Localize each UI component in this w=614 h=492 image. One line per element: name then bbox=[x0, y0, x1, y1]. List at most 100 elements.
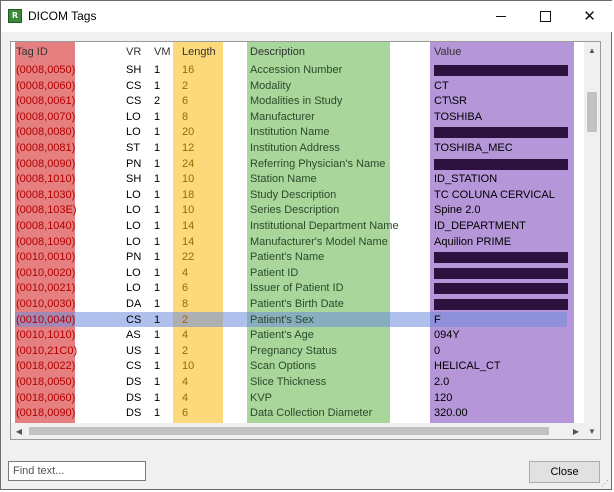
table-row[interactable]: (0010,0010) PN 1 22 Patient's Name bbox=[11, 249, 591, 265]
dicom-tags-window: R DICOM Tags ✕ Tag ID VR VM Length Descr… bbox=[0, 0, 613, 490]
cell-length: 10 bbox=[182, 173, 195, 186]
table-row[interactable]: (0008,0061) CS 2 6 Modalities in Study CT\SR bbox=[11, 93, 591, 109]
cell-vm: 1 bbox=[154, 282, 161, 295]
cell-description: Scan Options bbox=[250, 360, 317, 373]
cell-length: 6 bbox=[182, 95, 189, 108]
cell-description: Institution Address bbox=[250, 142, 340, 154]
table-row[interactable]: (0008,0050) SH 1 16 Accession Number bbox=[11, 62, 591, 78]
close-window-button[interactable]: ✕ bbox=[567, 1, 612, 32]
cell-vm: 1 bbox=[154, 391, 161, 404]
cell-tag-id: (0010,0020) bbox=[16, 266, 76, 279]
table-row[interactable]: (0010,0021) LO 1 6 Issuer of Patient ID bbox=[11, 280, 591, 296]
table-row[interactable]: (0008,1090) LO 1 14 Manufacturer's Model Nam… bbox=[11, 234, 591, 250]
cell-description: Series Description bbox=[250, 204, 340, 217]
cell-value: CT bbox=[434, 79, 449, 92]
table-row[interactable]: (0008,0081) ST 1 12 Institution Address TOSHI… bbox=[11, 140, 591, 156]
table-row[interactable]: (0008,0090) PN 1 24 Referring Physician's Na… bbox=[11, 156, 591, 172]
table-row[interactable]: (0008,1010) SH 1 10 Station Name ID_STATION bbox=[11, 171, 591, 187]
horizontal-scrollbar[interactable]: ◀ ▶ bbox=[11, 423, 584, 439]
cell-vm: 2 bbox=[154, 95, 161, 108]
cell-length: 16 bbox=[182, 64, 195, 76]
cell-length: 18 bbox=[182, 188, 195, 201]
table-row[interactable]: (0008,1030) LO 1 18 Study Description TC COLU… bbox=[11, 187, 591, 203]
scroll-right-icon[interactable]: ▶ bbox=[568, 423, 584, 439]
title-bar[interactable]: R DICOM Tags ✕ bbox=[1, 1, 613, 32]
cell-vr: CS bbox=[126, 79, 142, 92]
table-row[interactable]: (0010,1010) AS 1 4 Patient's Age 094Y bbox=[11, 327, 591, 343]
cell-value: 2.0 bbox=[434, 376, 450, 388]
scroll-down-icon[interactable]: ▼ bbox=[584, 423, 600, 439]
header-vm[interactable]: VM bbox=[154, 46, 171, 58]
cell-vr: LO bbox=[126, 126, 141, 139]
header-length[interactable]: Length bbox=[182, 46, 216, 58]
cell-length: 24 bbox=[182, 157, 195, 170]
table-row[interactable]: (0010,0020) LO 1 4 Patient ID bbox=[11, 265, 591, 281]
header-value[interactable]: Value bbox=[434, 46, 461, 58]
cell-vm: 1 bbox=[154, 251, 161, 264]
table-row[interactable]: (0008,0060) CS 1 2 Modality CT bbox=[11, 78, 591, 94]
cell-vr: DS bbox=[126, 391, 142, 404]
vertical-scrollbar[interactable]: ▲ ▼ bbox=[584, 42, 600, 439]
cell-vr: US bbox=[126, 344, 142, 357]
table-row[interactable]: (0018,0050) DS 1 4 Slice Thickness 2.0 bbox=[11, 374, 591, 390]
cell-description: Patient's Age bbox=[250, 329, 314, 342]
cell-length: 6 bbox=[182, 407, 189, 420]
cell-vm: 1 bbox=[154, 204, 161, 217]
cell-length: 8 bbox=[182, 110, 189, 123]
cell-value: TC COLUNA CERVICAL bbox=[434, 188, 555, 201]
table-row[interactable]: (0008,1040) LO 1 14 Institutional Department… bbox=[11, 218, 591, 234]
cell-vr: SH bbox=[126, 64, 142, 76]
cell-description: Institutional Department Name bbox=[250, 220, 399, 232]
cell-vm: 1 bbox=[154, 407, 161, 420]
cell-value: 120 bbox=[434, 391, 453, 404]
table-row[interactable]: (0008,0070) LO 1 8 Manufacturer TOSHIBA bbox=[11, 109, 591, 125]
redacted-value bbox=[434, 158, 568, 170]
table-row[interactable]: (0010,0030) DA 1 8 Patient's Birth Date bbox=[11, 296, 591, 312]
cell-tag-id: (0010,1010) bbox=[16, 329, 76, 342]
horizontal-scroll-thumb[interactable] bbox=[29, 427, 549, 435]
scroll-left-icon[interactable]: ◀ bbox=[11, 423, 27, 439]
cell-tag-id: (0008,0061) bbox=[16, 95, 76, 108]
table-row[interactable]: (0008,103E) LO 1 10 Series Description Spine … bbox=[11, 202, 591, 218]
redacted-value bbox=[434, 252, 568, 264]
close-button[interactable]: Close bbox=[529, 461, 600, 483]
redacted-value bbox=[434, 283, 568, 295]
cell-vr: LO bbox=[126, 235, 141, 248]
minimize-button[interactable] bbox=[478, 1, 523, 32]
cell-tag-id: (0008,1010) bbox=[16, 173, 76, 186]
table-row[interactable]: (0010,21C0) US 1 2 Pregnancy Status 0 bbox=[11, 343, 591, 359]
redacted-value bbox=[434, 299, 568, 310]
cell-tag-id: (0008,0060) bbox=[16, 79, 76, 92]
scroll-up-icon[interactable]: ▲ bbox=[584, 42, 600, 58]
find-text-input[interactable] bbox=[8, 461, 146, 481]
redacted-value bbox=[434, 65, 568, 76]
table-row[interactable]: (0010,0040) CS 1 2 Patient's Sex F bbox=[11, 311, 591, 328]
maximize-button[interactable] bbox=[523, 1, 568, 32]
close-icon: ✕ bbox=[583, 7, 596, 25]
cell-length: 4 bbox=[182, 266, 189, 279]
table-row[interactable]: (0018,0090) DS 1 6 Data Collection Diameter 3… bbox=[11, 405, 591, 421]
cell-length: 14 bbox=[182, 235, 195, 248]
cell-length: 22 bbox=[182, 251, 195, 264]
vertical-scroll-thumb[interactable] bbox=[587, 92, 597, 132]
table-row[interactable]: (0018,0022) CS 1 10 Scan Options HELICAL_CT bbox=[11, 358, 591, 374]
cell-length: 10 bbox=[182, 204, 195, 217]
cell-description: Patient's Birth Date bbox=[250, 298, 344, 310]
header-description[interactable]: Description bbox=[250, 46, 305, 58]
cell-tag-id: (0008,1040) bbox=[16, 220, 76, 232]
cell-description: Modalities in Study bbox=[250, 95, 343, 108]
cell-tag-id: (0018,0022) bbox=[16, 360, 76, 373]
header-vr[interactable]: VR bbox=[126, 46, 141, 58]
resize-grip-icon[interactable]: ⋰ bbox=[601, 479, 611, 489]
cell-tag-id: (0008,0080) bbox=[16, 126, 76, 139]
cell-tag-id: (0018,0050) bbox=[16, 376, 76, 388]
cell-vr: LO bbox=[126, 282, 141, 295]
cell-vr: LO bbox=[126, 204, 141, 217]
cell-value: TOSHIBA bbox=[434, 110, 483, 123]
cell-vr: ST bbox=[126, 142, 141, 154]
table-row[interactable]: (0008,0080) LO 1 20 Institution Name bbox=[11, 124, 591, 140]
cell-tag-id: (0008,0070) bbox=[16, 110, 76, 123]
table-row[interactable]: (0018,0060) DS 1 4 KVP 120 bbox=[11, 390, 591, 406]
header-tag-id[interactable]: Tag ID bbox=[16, 46, 48, 58]
tags-table[interactable]: Tag ID VR VM Length Description Value (0… bbox=[10, 41, 601, 440]
